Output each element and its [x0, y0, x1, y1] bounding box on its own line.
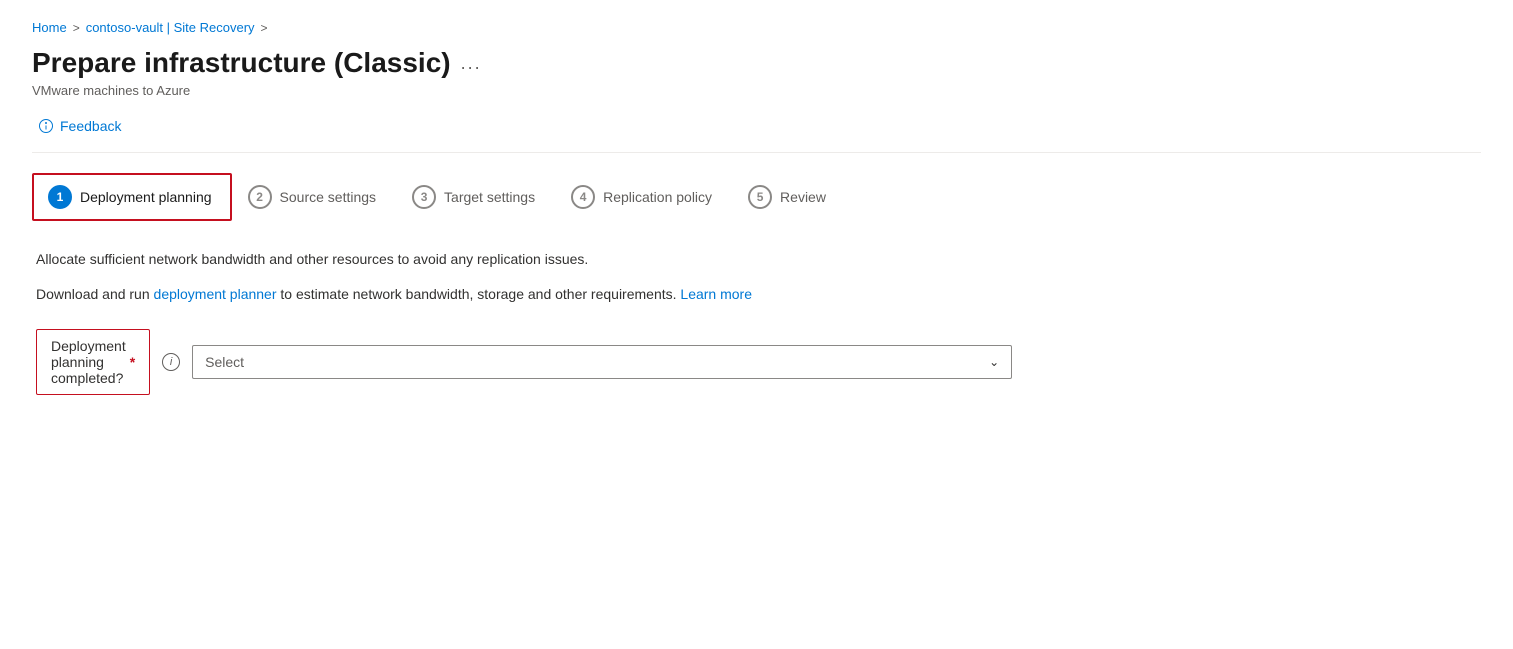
- download-prefix: Download and run: [36, 286, 154, 302]
- feedback-button[interactable]: Feedback: [32, 114, 127, 138]
- step-5-circle: 5: [748, 185, 772, 209]
- feedback-icon: [38, 118, 54, 134]
- breadcrumb-sep1: >: [73, 21, 80, 35]
- step-target-settings[interactable]: 3 Target settings: [396, 173, 555, 221]
- form-label: Deployment planning completed?: [51, 338, 126, 386]
- step-review[interactable]: 5 Review: [732, 173, 846, 221]
- page-subtitle: VMware machines to Azure: [32, 83, 1481, 98]
- download-suffix: to estimate network bandwidth, storage a…: [277, 286, 681, 302]
- step-3-circle: 3: [412, 185, 436, 209]
- dropdown-selected-value: Select: [205, 354, 244, 370]
- form-row: Deployment planning completed? * i Selec…: [36, 329, 928, 395]
- dropdown-arrow-icon: ⌄: [989, 355, 999, 369]
- step-4-circle: 4: [571, 185, 595, 209]
- step-1-label: Deployment planning: [80, 189, 212, 205]
- step-4-label: Replication policy: [603, 189, 712, 205]
- required-star: *: [130, 354, 135, 370]
- step-5-label: Review: [780, 189, 826, 205]
- content-area: Allocate sufficient network bandwidth an…: [32, 249, 932, 395]
- deployment-planning-dropdown[interactable]: Select ⌄: [192, 345, 1012, 379]
- step-1-circle: 1: [48, 185, 72, 209]
- learn-more-link[interactable]: Learn more: [680, 286, 752, 302]
- step-replication-policy[interactable]: 4 Replication policy: [555, 173, 732, 221]
- breadcrumb-vault[interactable]: contoso-vault | Site Recovery: [86, 20, 255, 35]
- feedback-label: Feedback: [60, 118, 121, 134]
- step-deployment-planning[interactable]: 1 Deployment planning: [32, 173, 232, 221]
- step-3-label: Target settings: [444, 189, 535, 205]
- info-icon[interactable]: i: [162, 353, 180, 371]
- page-title: Prepare infrastructure (Classic): [32, 47, 451, 79]
- deployment-planner-link[interactable]: deployment planner: [154, 286, 277, 302]
- download-text: Download and run deployment planner to e…: [36, 284, 928, 305]
- breadcrumb: Home > contoso-vault | Site Recovery >: [32, 20, 1481, 35]
- description-text: Allocate sufficient network bandwidth an…: [36, 249, 928, 270]
- step-2-label: Source settings: [280, 189, 377, 205]
- form-label-box: Deployment planning completed? *: [36, 329, 150, 395]
- step-source-settings[interactable]: 2 Source settings: [232, 173, 397, 221]
- breadcrumb-home[interactable]: Home: [32, 20, 67, 35]
- step-2-circle: 2: [248, 185, 272, 209]
- page-menu-icon[interactable]: ...: [461, 53, 482, 74]
- breadcrumb-sep2: >: [261, 21, 268, 35]
- wizard-steps: 1 Deployment planning 2 Source settings …: [32, 173, 1481, 221]
- toolbar: Feedback: [32, 114, 1481, 153]
- page-title-container: Prepare infrastructure (Classic) ...: [32, 47, 1481, 79]
